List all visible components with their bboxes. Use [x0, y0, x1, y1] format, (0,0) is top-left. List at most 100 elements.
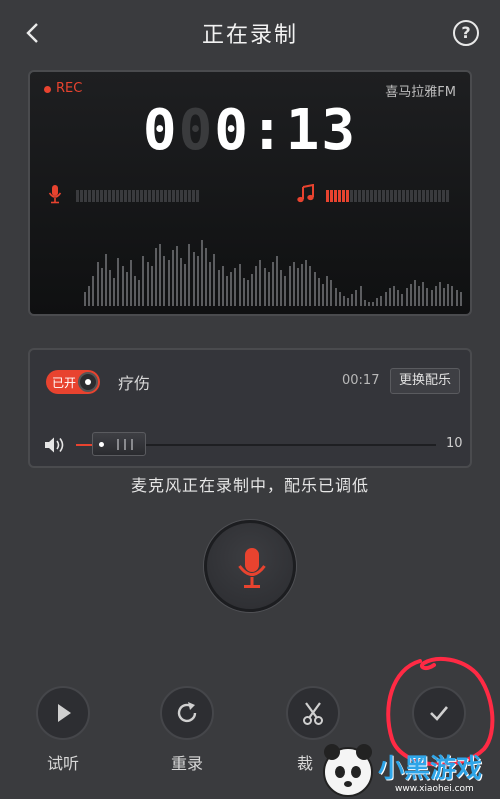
- scissors-icon: [303, 702, 323, 725]
- waveform-bar: [438, 282, 441, 306]
- redo-icon: [177, 702, 197, 723]
- waveform-bar: [263, 268, 266, 306]
- meter-segment: [76, 190, 79, 202]
- waveform-bar: [234, 268, 237, 306]
- waveform-bar: [413, 280, 416, 306]
- waveform-bar: [426, 288, 429, 306]
- meter-segment: [354, 190, 357, 202]
- waveform-bar: [418, 286, 421, 306]
- meter-segment: [338, 190, 341, 202]
- song-time: 00:17: [342, 373, 380, 388]
- meter-segment: [104, 190, 107, 202]
- waveform-bar: [276, 256, 279, 306]
- meter-segment: [350, 190, 353, 202]
- rec-indicator-dot: [44, 86, 51, 93]
- change-music-button[interactable]: 更换配乐: [390, 368, 460, 394]
- waveform-bar: [129, 260, 132, 306]
- music-level-meter: [326, 190, 452, 202]
- waveform-bar: [88, 286, 91, 306]
- play-label: 试听: [46, 754, 79, 773]
- waveform-bar: [405, 288, 408, 306]
- waveform-bar: [292, 262, 295, 306]
- meter-segment: [164, 190, 167, 202]
- meter-segment: [414, 190, 417, 202]
- volume-slider-thumb[interactable]: [92, 432, 146, 456]
- waveform-bar: [255, 266, 258, 306]
- meter-segment: [438, 190, 441, 202]
- waveform-bar: [338, 292, 341, 306]
- meter-segment: [96, 190, 99, 202]
- meter-segment: [378, 190, 381, 202]
- waveform-bar: [188, 244, 191, 306]
- header-bar: 正在录制 ?: [0, 0, 500, 66]
- waveform-bar: [100, 268, 103, 306]
- waveform-bar: [167, 260, 170, 306]
- meter-segment: [362, 190, 365, 202]
- meter-segment: [410, 190, 413, 202]
- volume-icon: [45, 437, 64, 453]
- waveform-bar: [367, 302, 370, 306]
- meter-segment: [334, 190, 337, 202]
- meter-segment: [386, 190, 389, 202]
- meter-segment: [168, 190, 171, 202]
- waveform-bar: [330, 280, 333, 306]
- waveform-bar: [455, 290, 458, 306]
- waveform-bar: [109, 270, 112, 306]
- waveform-bar: [409, 284, 412, 306]
- timer-prefix: 0: [142, 98, 179, 163]
- waveform-bar: [242, 278, 245, 306]
- background-music-panel: 已开 疗伤 00:17 更换配乐 10: [28, 348, 472, 468]
- waveform-bar: [246, 280, 249, 306]
- waveform-bar: [138, 280, 141, 306]
- waveform-bar: [296, 268, 299, 306]
- timer-main: 0:13: [214, 98, 358, 163]
- play-icon: [58, 704, 71, 722]
- meter-segment: [136, 190, 139, 202]
- meter-segment: [394, 190, 397, 202]
- waveform-bar: [259, 260, 262, 306]
- waveform-bar: [142, 256, 145, 306]
- waveform-bar: [326, 276, 329, 306]
- microphone-icon: [238, 548, 266, 588]
- waveform-bar: [209, 262, 212, 306]
- waveform-bar: [104, 254, 107, 306]
- waveform-bar: [363, 300, 366, 306]
- waveform-bar: [196, 256, 199, 306]
- rerecord-button[interactable]: [160, 686, 214, 740]
- waveform-bar: [317, 278, 320, 306]
- waveform-bar: [225, 276, 228, 306]
- waveform-bar: [171, 250, 174, 306]
- meter-segment: [446, 190, 449, 202]
- meter-segment: [152, 190, 155, 202]
- waveform-bar: [251, 274, 254, 306]
- meter-segment: [144, 190, 147, 202]
- help-button[interactable]: ?: [453, 20, 479, 46]
- meter-segment: [160, 190, 163, 202]
- play-button[interactable]: [36, 686, 90, 740]
- waveform-bar: [347, 298, 350, 306]
- waveform-bar: [384, 292, 387, 306]
- meter-segment: [116, 190, 119, 202]
- waveform-bar: [184, 264, 187, 306]
- waveform-bar: [397, 290, 400, 306]
- timer-dim-digit: 0: [178, 98, 215, 163]
- meter-segment: [124, 190, 127, 202]
- recording-timer: 000:13: [30, 98, 470, 163]
- meter-segment: [358, 190, 361, 202]
- waveform-bar: [380, 296, 383, 306]
- waveform-bar: [117, 258, 120, 306]
- waveform-bar: [113, 278, 116, 306]
- waveform-bar: [359, 286, 362, 306]
- meter-segment: [196, 190, 199, 202]
- record-button[interactable]: [204, 520, 296, 612]
- waveform-bar: [163, 256, 166, 306]
- rerecord-label: 重录: [170, 754, 203, 773]
- meter-segment: [326, 190, 329, 202]
- waveform-bar: [443, 288, 446, 306]
- meter-segment: [100, 190, 103, 202]
- waveform-bar: [434, 286, 437, 306]
- rec-label: REC: [56, 81, 83, 96]
- meter-segment: [430, 190, 433, 202]
- music-toggle[interactable]: 已开: [46, 370, 100, 394]
- waveform-bar: [305, 260, 308, 306]
